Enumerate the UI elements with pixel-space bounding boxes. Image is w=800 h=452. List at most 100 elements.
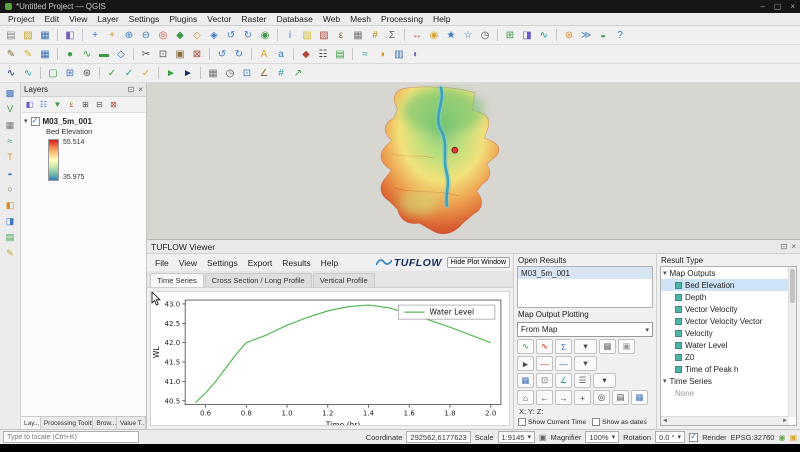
- zoom-last-icon[interactable]: ↺: [223, 28, 239, 43]
- toggle-editing-icon[interactable]: ✎: [20, 47, 36, 62]
- apply-gpc-icon[interactable]: ►: [163, 66, 179, 81]
- save-edits-icon[interactable]: ▦: [37, 47, 53, 62]
- menu-settings[interactable]: Settings: [124, 14, 165, 24]
- add-vector-layer-icon[interactable]: V: [2, 102, 18, 116]
- coordinate-value[interactable]: 292562,6177623: [406, 431, 470, 443]
- zoom-out-icon[interactable]: ⊖: [138, 28, 154, 43]
- temporal-controller-icon[interactable]: ◷: [477, 28, 493, 43]
- locator-input[interactable]: [3, 431, 139, 443]
- statistics-panel-icon[interactable]: ◐: [408, 47, 424, 62]
- show-bookmarks-icon[interactable]: ☆: [460, 28, 476, 43]
- style-manager-icon[interactable]: ◧: [62, 28, 78, 43]
- add-mesh-layer-icon[interactable]: ≈: [2, 134, 18, 148]
- tuflow-menu-file[interactable]: File: [150, 258, 174, 268]
- field-calculator-icon[interactable]: #: [367, 28, 383, 43]
- menu-layer[interactable]: Layer: [92, 14, 123, 24]
- statistics-icon[interactable]: Σ: [384, 28, 400, 43]
- cursor-tracking-icon[interactable]: ►: [517, 356, 534, 371]
- data-source-manager-icon[interactable]: ▩: [2, 86, 18, 100]
- map-canvas[interactable]: [147, 83, 800, 239]
- forward-view-icon[interactable]: →: [555, 390, 572, 405]
- section-tool-icon[interactable]: ∠: [256, 66, 272, 81]
- snapping-icon[interactable]: ◆: [298, 47, 314, 62]
- axis-combo[interactable]: ▾: [593, 373, 616, 388]
- tuflow-menu-help[interactable]: Help: [316, 258, 343, 268]
- new-project-icon[interactable]: ▤: [3, 28, 19, 43]
- new-shapefile-icon[interactable]: ✎: [2, 246, 18, 260]
- result-type-water-level[interactable]: Water Level: [661, 339, 796, 351]
- messages-icon[interactable]: ▣: [789, 433, 797, 442]
- delete-selected-icon[interactable]: ⊠: [189, 47, 205, 62]
- undo-icon[interactable]: ↺: [214, 47, 230, 62]
- result-type-z0[interactable]: Z0: [661, 351, 796, 363]
- measure-icon[interactable]: ↔: [409, 28, 425, 43]
- tuflow-menu-results[interactable]: Results: [277, 258, 315, 268]
- time-slider-icon[interactable]: ◷: [222, 66, 238, 81]
- redo-icon[interactable]: ↻: [231, 47, 247, 62]
- add-postgis-icon[interactable]: ◒: [2, 166, 18, 180]
- tuflow-utilities-icon[interactable]: ∿: [20, 66, 36, 81]
- add-delimited-text-icon[interactable]: T: [2, 150, 18, 164]
- result-group-map-outputs[interactable]: ▾Map Outputs: [661, 267, 796, 279]
- table-view-icon[interactable]: ▦: [599, 339, 616, 354]
- remove-layer-icon[interactable]: ⊠: [107, 99, 120, 111]
- grid-tool-icon[interactable]: ▦: [205, 66, 221, 81]
- result-type-vector-velocity-vector[interactable]: Vector Velocity Vector: [661, 315, 796, 327]
- menu-database[interactable]: Database: [271, 14, 317, 24]
- map-tips-icon[interactable]: ◉: [426, 28, 442, 43]
- scroll-right-icon[interactable]: ►: [782, 418, 788, 424]
- save-project-icon[interactable]: ▦: [37, 28, 53, 43]
- zoom-next-icon[interactable]: ↻: [240, 28, 256, 43]
- processing-toolbox-icon[interactable]: ⊛: [561, 28, 577, 43]
- result-type-none[interactable]: None: [661, 387, 796, 399]
- plot-source-combo[interactable]: From Map ▾: [517, 322, 653, 337]
- identify-features-icon[interactable]: i: [282, 28, 298, 43]
- clear-plot-icon[interactable]: ▣: [618, 339, 635, 354]
- paste-features-icon[interactable]: ▣: [172, 47, 188, 62]
- back-view-icon[interactable]: ←: [536, 390, 553, 405]
- menu-view[interactable]: View: [64, 14, 92, 24]
- deselect-features-icon[interactable]: ▧: [316, 28, 332, 43]
- home-view-icon[interactable]: ⌂: [517, 390, 534, 405]
- zoom-native-icon[interactable]: ◎: [155, 28, 171, 43]
- panel-tab-value-t[interactable]: Value T...: [117, 417, 146, 429]
- result-type-time-of-peak-h[interactable]: Time of Peak h: [661, 363, 796, 375]
- result-type-bed-elevation[interactable]: Bed Elevation: [661, 279, 796, 291]
- add-polygon-icon[interactable]: ▬: [96, 47, 112, 62]
- close-window-icon[interactable]: ×: [790, 2, 795, 11]
- profile-tool-icon[interactable]: ↗: [290, 66, 306, 81]
- float-layers-panel-icon[interactable]: ⊡: [128, 85, 135, 94]
- open-result-item-m03-5m-001[interactable]: M03_5m_001: [518, 267, 652, 279]
- new-bookmark-icon[interactable]: ★: [443, 28, 459, 43]
- layer-diagram-icon[interactable]: a: [273, 47, 289, 62]
- lock-scale-icon[interactable]: ▣: [539, 433, 547, 442]
- filter-legend-icon[interactable]: ▼: [51, 99, 64, 111]
- vertical-scrollbar[interactable]: [788, 267, 796, 417]
- menu-vector[interactable]: Vector: [202, 14, 236, 24]
- manage-map-themes-icon[interactable]: ☷: [37, 99, 50, 111]
- zoom-to-selection-icon[interactable]: ◇: [189, 28, 205, 43]
- metasearch-icon[interactable]: ◒: [595, 28, 611, 43]
- pan-map-icon[interactable]: +: [87, 28, 103, 43]
- menu-edit[interactable]: Edit: [39, 14, 64, 24]
- result-group-time-series[interactable]: ▾Time Series: [661, 375, 796, 387]
- panel-tab-processing-toolb[interactable]: Processing Toolb...: [41, 417, 94, 429]
- scale-combo[interactable]: 1:9145▾: [498, 431, 535, 443]
- tuflow-menu-settings[interactable]: Settings: [202, 258, 243, 268]
- plot-cs-line-icon[interactable]: ∿: [536, 339, 553, 354]
- layer-labeling-icon[interactable]: A: [256, 47, 272, 62]
- menu-raster[interactable]: Raster: [236, 14, 271, 24]
- blue-line-style-icon[interactable]: —: [555, 356, 572, 371]
- copy-plot-icon[interactable]: ⊡: [536, 373, 553, 388]
- vertex-tool-icon[interactable]: ◇: [113, 47, 129, 62]
- collapse-all-icon[interactable]: ⊟: [93, 99, 106, 111]
- layout-manager-icon[interactable]: ☷: [315, 47, 331, 62]
- copy-features-icon[interactable]: ⊡: [155, 47, 171, 62]
- hide-plot-window-button[interactable]: Hide Plot Window: [447, 257, 510, 268]
- panel-tab-brow[interactable]: Brow...: [93, 417, 117, 429]
- cut-features-icon[interactable]: ✂: [138, 47, 154, 62]
- select-by-expression-icon[interactable]: ε: [333, 28, 349, 43]
- crs-button[interactable]: EPSG:32760: [731, 433, 775, 442]
- add-wfs-icon[interactable]: ◨: [2, 214, 18, 228]
- pan-to-selection-icon[interactable]: +: [104, 28, 120, 43]
